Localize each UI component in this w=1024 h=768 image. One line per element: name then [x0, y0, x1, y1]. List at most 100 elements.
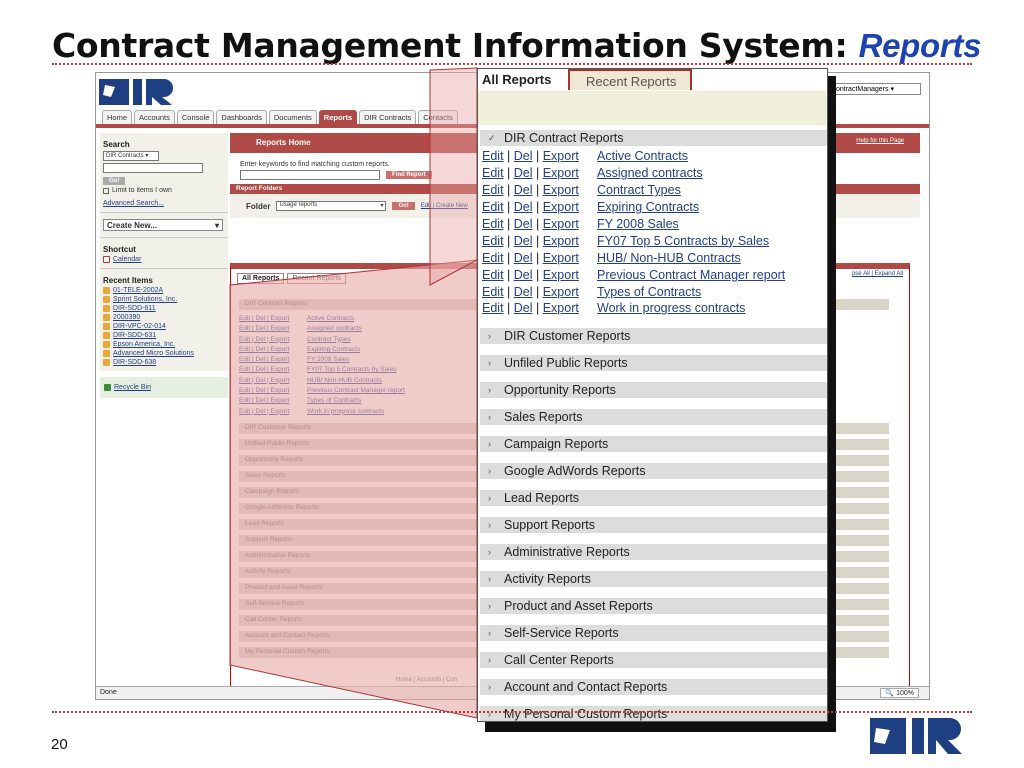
- del-link[interactable]: Del: [514, 166, 533, 180]
- edit-link[interactable]: Edit: [482, 301, 504, 315]
- mini-report-link[interactable]: Assigned contracts: [307, 325, 362, 335]
- tab-home[interactable]: Home: [102, 110, 133, 124]
- edit-link[interactable]: Edit: [482, 166, 504, 180]
- edit-link[interactable]: Edit: [482, 200, 504, 214]
- edit-link[interactable]: Edit: [482, 251, 504, 265]
- mini-row-actions[interactable]: Edit | Del | Export: [239, 336, 299, 346]
- report-link[interactable]: FY 2008 Sales: [597, 217, 679, 231]
- mini-row-actions[interactable]: Edit | Del | Export: [239, 397, 299, 407]
- category-header[interactable]: › Google AdWords Reports: [480, 461, 827, 479]
- category-header[interactable]: › Account and Contact Reports: [480, 677, 827, 695]
- edit-link[interactable]: Edit: [482, 183, 504, 197]
- folder-select[interactable]: Usage reports ▾: [276, 201, 387, 211]
- tab-accounts[interactable]: Accounts: [134, 110, 175, 124]
- mini-row-actions[interactable]: Edit | Del | Export: [239, 325, 299, 335]
- del-link[interactable]: Del: [514, 183, 533, 197]
- category-header[interactable]: › My Personal Custom Reports: [480, 704, 827, 721]
- limit-checkbox-row[interactable]: Limit to items I own: [103, 187, 225, 194]
- recent-item[interactable]: DIR-VPC-02-014: [103, 323, 225, 330]
- export-link[interactable]: Export: [543, 149, 579, 163]
- export-link[interactable]: Export: [543, 285, 579, 299]
- edit-link[interactable]: Edit: [482, 285, 504, 299]
- folder-go-button[interactable]: Go!: [392, 202, 415, 210]
- report-link[interactable]: Expiring Contracts: [597, 200, 699, 214]
- mini-report-link[interactable]: Contract Types: [307, 336, 351, 346]
- category-header[interactable]: › Product and Asset Reports: [480, 596, 827, 614]
- tab-documents[interactable]: Documents: [268, 110, 317, 124]
- recent-item[interactable]: DIR-SDD-638: [103, 359, 225, 366]
- recent-item[interactable]: DIR-SDD-611: [103, 305, 225, 312]
- mini-report-link[interactable]: FY 2008 Sales: [307, 356, 350, 366]
- mini-report-link[interactable]: Previous Contract Manager report: [307, 387, 405, 397]
- mini-report-link[interactable]: Types of Contracts: [307, 397, 361, 407]
- del-link[interactable]: Del: [514, 251, 533, 265]
- expand-links[interactable]: pse All | Expand All: [852, 271, 903, 277]
- category-header-dir-contract-reports[interactable]: ✓ DIR Contract Reports: [480, 129, 827, 146]
- del-link[interactable]: Del: [514, 149, 533, 163]
- mini-report-link[interactable]: FY07 Top 5 Contracts by Sales: [307, 366, 396, 376]
- edit-link[interactable]: Edit: [482, 234, 504, 248]
- create-new-select[interactable]: Create New... ▾: [103, 219, 223, 231]
- tab-reports[interactable]: Reports: [318, 110, 358, 124]
- find-report-button[interactable]: Find Report: [386, 171, 432, 179]
- mini-row-actions[interactable]: Edit | Del | Export: [239, 356, 299, 366]
- recent-item[interactable]: 2000390: [103, 314, 225, 321]
- recent-item[interactable]: Sprint Solutions, Inc.: [103, 296, 225, 303]
- category-header[interactable]: › Self-Service Reports: [480, 623, 827, 641]
- report-link[interactable]: Previous Contract Manager report: [597, 268, 785, 282]
- tab-recent-reports[interactable]: Recent Reports: [287, 273, 346, 284]
- mini-report-link[interactable]: Expiring Contracts: [307, 346, 360, 356]
- del-link[interactable]: Del: [514, 217, 533, 231]
- view-select[interactable]: ontractManagers ▾: [833, 83, 921, 95]
- tab-dashboards[interactable]: Dashboards: [216, 110, 267, 124]
- report-link[interactable]: HUB/ Non-HUB Contracts: [597, 251, 741, 265]
- mini-report-link[interactable]: HUB/ Non-HUB Contracts: [307, 377, 382, 387]
- find-report-input[interactable]: [240, 170, 380, 180]
- recent-item[interactable]: Advanced Micro Solutions: [103, 350, 225, 357]
- category-header[interactable]: › Administrative Reports: [480, 542, 827, 560]
- report-link[interactable]: Work in progress contracts: [597, 301, 745, 315]
- search-scope-select[interactable]: DIR Contracts ▾: [103, 151, 159, 161]
- recent-item[interactable]: DIR-SDD-631: [103, 332, 225, 339]
- del-link[interactable]: Del: [514, 285, 533, 299]
- export-link[interactable]: Export: [543, 200, 579, 214]
- mini-row-actions[interactable]: Edit | Del | Export: [239, 408, 299, 418]
- export-link[interactable]: Export: [543, 217, 579, 231]
- export-link[interactable]: Export: [543, 268, 579, 282]
- search-input[interactable]: [103, 163, 203, 173]
- search-go-button[interactable]: Go!: [103, 177, 126, 185]
- recycle-bin-link[interactable]: Recycle Bin: [104, 384, 224, 391]
- category-header[interactable]: › Campaign Reports: [480, 434, 827, 452]
- limit-checkbox[interactable]: [103, 187, 109, 194]
- advanced-search-link[interactable]: Advanced Search...: [103, 200, 225, 207]
- mini-row-actions[interactable]: Edit | Del | Export: [239, 366, 299, 376]
- edit-link[interactable]: Edit: [482, 149, 504, 163]
- folder-actions[interactable]: Edit | Create New: [421, 203, 468, 209]
- recent-item[interactable]: 01-TELE-2002A: [103, 287, 225, 294]
- del-link[interactable]: Del: [514, 301, 533, 315]
- category-header[interactable]: › Sales Reports: [480, 407, 827, 425]
- export-link[interactable]: Export: [543, 183, 579, 197]
- tab-contacts[interactable]: Contacts: [418, 110, 458, 124]
- report-link[interactable]: FY07 Top 5 Contracts by Sales: [597, 234, 769, 248]
- calendar-link[interactable]: Calendar: [103, 256, 225, 263]
- category-header[interactable]: › Lead Reports: [480, 488, 827, 506]
- category-header[interactable]: › DIR Customer Reports: [480, 326, 827, 344]
- export-link[interactable]: Export: [543, 234, 579, 248]
- tab-all-reports[interactable]: All Reports: [237, 273, 285, 284]
- export-link[interactable]: Export: [543, 251, 579, 265]
- edit-link[interactable]: Edit: [482, 268, 504, 282]
- category-header[interactable]: › Call Center Reports: [480, 650, 827, 668]
- category-header[interactable]: › Support Reports: [480, 515, 827, 533]
- zoom-tab-all-reports[interactable]: All Reports: [478, 69, 566, 91]
- mini-row-actions[interactable]: Edit | Del | Export: [239, 315, 299, 325]
- tab-dir-contracts[interactable]: DIR Contracts: [359, 110, 417, 124]
- report-link[interactable]: Assigned contracts: [597, 166, 703, 180]
- zoom-level[interactable]: 🔍 100%: [880, 688, 919, 698]
- report-link[interactable]: Active Contracts: [597, 149, 688, 163]
- category-header[interactable]: › Unfiled Public Reports: [480, 353, 827, 371]
- export-link[interactable]: Export: [543, 301, 579, 315]
- export-link[interactable]: Export: [543, 166, 579, 180]
- mini-report-link[interactable]: Work in progress contracts: [307, 408, 384, 418]
- tab-console[interactable]: Console: [176, 110, 215, 124]
